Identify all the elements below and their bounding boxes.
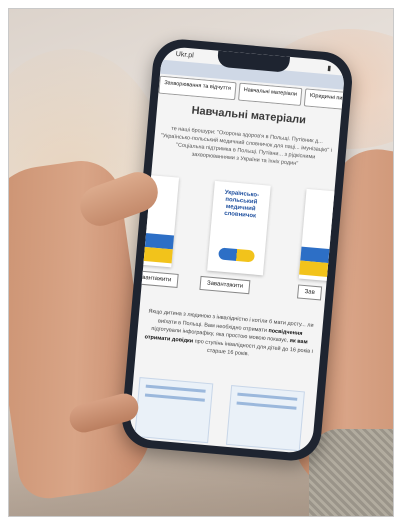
card-line [236, 401, 297, 410]
tab-legal[interactable]: Юридичні пи [303, 88, 344, 110]
card-line [144, 393, 205, 402]
body-text-bold: посвідчення [268, 327, 303, 337]
disability-info-text: Якщо дитина з людиною з інвалідністю і к… [140, 307, 319, 365]
brochure-title: Українсько-польський медичний словничок [223, 189, 260, 220]
download-button-right[interactable]: Зав [297, 284, 323, 301]
card-line [145, 384, 206, 393]
intro-text: те наші брошури: "Охорона здоров'я в Пол… [160, 125, 333, 167]
status-bar-right: ▮ [326, 65, 332, 73]
card-line [237, 392, 298, 401]
brochure-cover-dictionary[interactable]: Українсько-польський медичний словничок [207, 180, 271, 276]
brochure-carousel: Українсько-польський медичний словничок … [128, 172, 346, 311]
status-bar-left: Ukr.pl [175, 50, 194, 60]
tab-materials[interactable]: Навчальні матеріали [237, 82, 303, 107]
download-button-left[interactable]: Завантажити [128, 269, 179, 288]
infographic-card[interactable] [134, 376, 214, 444]
sweater-sleeve [309, 429, 393, 516]
download-button[interactable]: Завантажити [199, 275, 251, 295]
infographic-card[interactable] [225, 385, 305, 452]
phone-screen: Ukr.pl ▮ Захворювання та відчуття Навчал… [128, 45, 346, 455]
photo: Ukr.pl ▮ Захворювання та відчуття Навчал… [8, 8, 394, 517]
infographic-cards [128, 376, 317, 452]
handshake-icon [218, 247, 256, 263]
smartphone: Ukr.pl ▮ Захворювання та відчуття Навчал… [119, 37, 355, 463]
